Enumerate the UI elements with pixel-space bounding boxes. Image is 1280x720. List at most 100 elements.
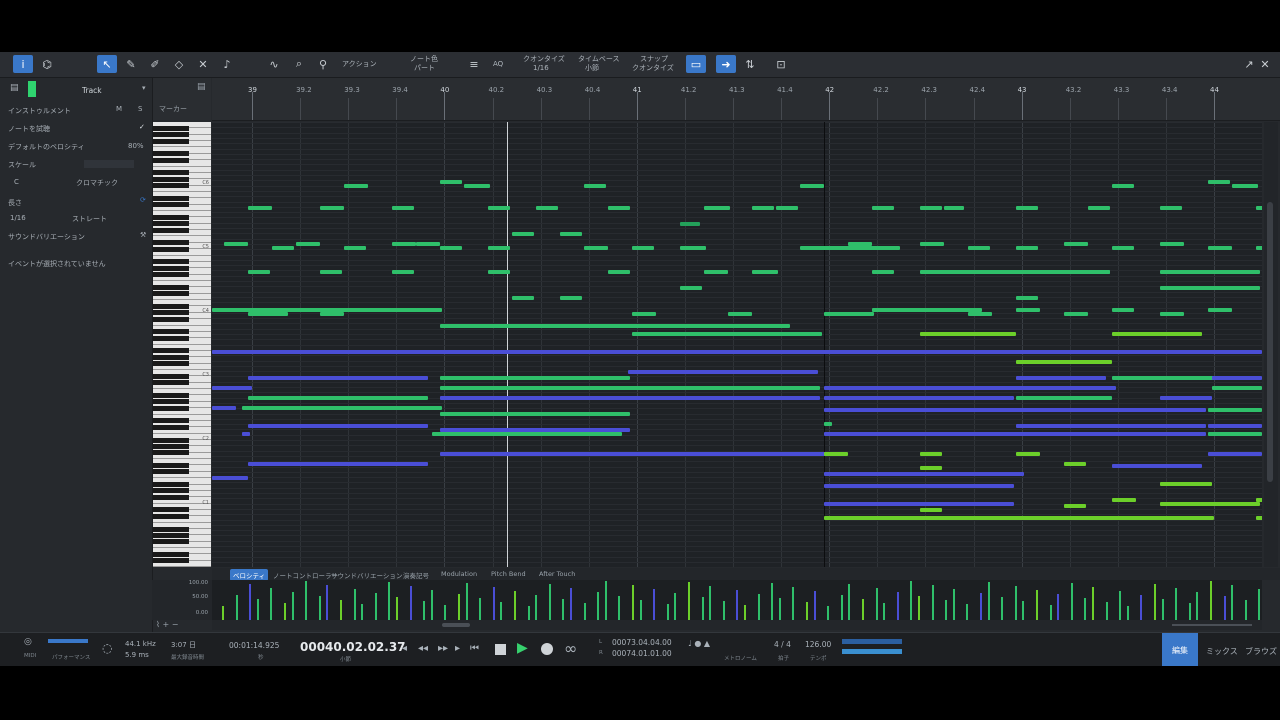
note-color-select[interactable]: パート: [414, 64, 435, 73]
midi-note[interactable]: [632, 332, 822, 336]
midi-note[interactable]: [680, 222, 700, 226]
black-key[interactable]: [153, 392, 189, 398]
velocity-bar[interactable]: [980, 593, 982, 620]
velocity-bar[interactable]: [722, 601, 725, 620]
midi-note[interactable]: [1016, 408, 1206, 412]
midi-note[interactable]: [920, 242, 944, 246]
velocity-bar[interactable]: [444, 605, 447, 620]
midi-note[interactable]: [368, 308, 392, 312]
velocity-bar[interactable]: [918, 596, 920, 620]
velocity-bar[interactable]: [1001, 597, 1004, 620]
velocity-bar[interactable]: [604, 581, 607, 620]
velocity-bar[interactable]: [305, 581, 308, 620]
midi-note[interactable]: [440, 396, 820, 400]
piano-keyboard[interactable]: C6 C5 C4 C3 C2 C1: [153, 122, 211, 567]
scale-keys-preview[interactable]: [84, 160, 134, 168]
time-signature[interactable]: 4 / 4: [774, 640, 791, 649]
midi-note[interactable]: [344, 246, 366, 250]
vertical-scroll-thumb[interactable]: [1267, 202, 1273, 482]
metronome-icon[interactable]: ♩ ● ▲: [688, 639, 710, 648]
close-icon[interactable]: ✕: [1258, 55, 1272, 73]
black-key[interactable]: [153, 202, 189, 208]
velocity-bar[interactable]: [1126, 606, 1129, 620]
midi-note[interactable]: [1160, 396, 1212, 400]
solo-button[interactable]: S: [138, 105, 142, 113]
black-key[interactable]: [153, 265, 189, 271]
midi-note[interactable]: [968, 246, 990, 250]
fast-forward-icon[interactable]: ▸▸: [438, 643, 448, 654]
velocity-bar[interactable]: [583, 603, 586, 620]
black-key[interactable]: [153, 380, 189, 386]
controller-tab[interactable]: Pitch Bend: [488, 569, 529, 579]
velocity-bar[interactable]: [222, 606, 224, 620]
midi-note[interactable]: [628, 370, 818, 374]
midi-note[interactable]: [1016, 432, 1206, 436]
midi-note[interactable]: [440, 324, 790, 328]
midi-note[interactable]: [440, 386, 820, 390]
midi-note[interactable]: [272, 246, 294, 250]
midi-note[interactable]: [1112, 332, 1202, 336]
velocity-bar[interactable]: [875, 588, 878, 620]
midi-note[interactable]: [584, 246, 608, 250]
velocity-bar[interactable]: [409, 586, 412, 620]
velocity-bar[interactable]: [966, 604, 969, 620]
loop-left-value[interactable]: 00073.04.04.00: [612, 638, 672, 647]
tab-mix[interactable]: ミックス: [1206, 646, 1238, 657]
midi-icon[interactable]: ◎: [24, 637, 32, 647]
black-key[interactable]: [153, 469, 189, 475]
midi-note[interactable]: [920, 452, 942, 456]
velocity-bar[interactable]: [709, 586, 712, 620]
velocity-bar[interactable]: [430, 590, 433, 620]
black-key[interactable]: [153, 424, 189, 430]
black-key[interactable]: [153, 125, 189, 131]
velocity-bar[interactable]: [1244, 600, 1247, 620]
velocity-bar[interactable]: [597, 592, 600, 620]
midi-note[interactable]: [248, 462, 428, 466]
wave-icon[interactable]: ∿: [264, 55, 284, 73]
velocity-bar[interactable]: [1084, 598, 1087, 620]
velocity-bar[interactable]: [813, 591, 816, 620]
velocity-bar[interactable]: [235, 595, 238, 620]
length-link-icon[interactable]: ⟳: [140, 196, 146, 204]
velocity-bar[interactable]: [1070, 583, 1073, 620]
black-key[interactable]: [153, 221, 189, 227]
midi-note[interactable]: [680, 286, 702, 290]
velocity-bar[interactable]: [361, 604, 364, 620]
velocity-bar[interactable]: [492, 587, 495, 620]
velocity-bar[interactable]: [1154, 584, 1156, 620]
black-key[interactable]: [153, 329, 189, 335]
velocity-bar[interactable]: [479, 598, 482, 620]
zoom-tool-icon[interactable]: ⌕: [290, 55, 308, 73]
midi-note[interactable]: [1064, 312, 1088, 316]
midi-note[interactable]: [320, 270, 342, 274]
midi-note[interactable]: [560, 232, 582, 236]
midi-note[interactable]: [800, 184, 824, 188]
velocity-bar[interactable]: [500, 602, 503, 620]
velocity-bar[interactable]: [527, 606, 530, 620]
midi-note[interactable]: [1016, 452, 1040, 456]
velocity-bar[interactable]: [653, 589, 656, 620]
velocity-bar[interactable]: [883, 603, 886, 620]
velocity-bar[interactable]: [548, 584, 551, 620]
tempo-value[interactable]: 126.00: [805, 640, 831, 649]
velocity-bar[interactable]: [701, 597, 704, 620]
midi-note[interactable]: [212, 476, 248, 480]
midi-note[interactable]: [416, 308, 440, 312]
midi-note[interactable]: [1256, 516, 1262, 520]
midi-note[interactable]: [704, 206, 730, 210]
horizontal-scrollbar[interactable]: [212, 620, 1262, 630]
midi-note[interactable]: [1160, 270, 1260, 274]
velocity-bar[interactable]: [952, 589, 955, 620]
black-key[interactable]: [153, 494, 189, 500]
black-key[interactable]: [153, 310, 189, 316]
velocity-bar[interactable]: [744, 605, 746, 620]
midi-note[interactable]: [824, 408, 1024, 412]
midi-note[interactable]: [560, 296, 582, 300]
velocity-bar[interactable]: [1258, 589, 1261, 620]
velocity-bar[interactable]: [778, 598, 781, 620]
midi-note[interactable]: [680, 246, 706, 250]
velocity-bar[interactable]: [562, 599, 565, 620]
black-key[interactable]: [153, 399, 189, 405]
velocity-lane[interactable]: [212, 580, 1262, 620]
midi-note[interactable]: [632, 312, 656, 316]
